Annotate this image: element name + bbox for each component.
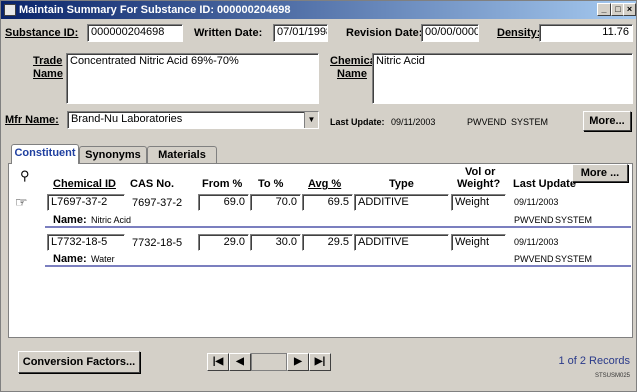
last-update-date: 09/11/2003 <box>391 117 436 127</box>
update-user: PWVEND <box>514 215 554 225</box>
chevron-down-icon[interactable]: ▼ <box>304 112 318 128</box>
type-field[interactable]: ADDITIVE <box>354 194 449 211</box>
tab-materials[interactable]: Materials <box>147 146 217 163</box>
record-count: 1 of 2 Records <box>558 355 630 367</box>
update-by: SYSTEM <box>555 215 593 225</box>
density-field[interactable]: 11.76 <box>539 24 633 42</box>
minimize-button[interactable]: _ <box>597 3 611 16</box>
to-pct-field[interactable]: 30.0 <box>250 234 301 251</box>
name-value: Nitric Acid <box>91 215 132 225</box>
tab-constituent[interactable]: Constituent <box>11 144 79 164</box>
header-vol-1: Vol or <box>465 166 496 178</box>
header-vol-2: Weight? <box>457 178 501 190</box>
app-icon <box>4 4 16 16</box>
update-user: PWVEND <box>514 254 554 264</box>
written-date-field[interactable]: 07/01/1998 <box>273 24 328 42</box>
density-label: Density: <box>497 27 541 39</box>
from-pct-field[interactable]: 29.0 <box>198 234 249 251</box>
row-divider <box>45 265 631 267</box>
chemical-name-label-2: Name <box>337 68 367 80</box>
grid-more-button[interactable]: More ... <box>572 164 628 182</box>
record-position <box>251 353 287 371</box>
substance-id-field[interactable]: 000000204698 <box>87 24 183 42</box>
mfr-name-value: Brand-Nu Laboratories <box>71 113 183 125</box>
last-update-by: SYSTEM <box>511 117 549 127</box>
chemical-id-field[interactable]: L7697-37-2 <box>47 194 125 211</box>
avg-pct-field[interactable]: 29.5 <box>302 234 353 251</box>
avg-pct-field[interactable]: 69.5 <box>302 194 353 211</box>
vol-weight-field[interactable]: Weight <box>451 234 506 251</box>
cas-no-value: 7732-18-5 <box>132 237 183 249</box>
more-button[interactable]: More... <box>583 111 631 131</box>
header-last-update: Last Update <box>513 178 576 190</box>
cas-no-value: 7697-37-2 <box>132 197 183 209</box>
header-avg-pct[interactable]: Avg % <box>308 178 341 190</box>
last-update-user: PWVEND <box>467 117 507 127</box>
last-update-label: Last Update: <box>330 117 385 127</box>
update-by: SYSTEM <box>555 254 593 264</box>
title-bar: Maintain Summary For Substance ID: 00000… <box>1 1 636 19</box>
revision-date-field[interactable]: 00/00/0000 <box>421 24 479 42</box>
trade-name-label-2: Name <box>33 68 63 80</box>
header-from-pct: From % <box>202 178 243 190</box>
header-chemical-id[interactable]: Chemical ID <box>53 178 116 190</box>
previous-record-button[interactable]: ◀ <box>229 353 251 371</box>
name-label: Name: <box>53 214 87 226</box>
revision-date-label: Revision Date: <box>346 27 423 39</box>
to-pct-field[interactable]: 70.0 <box>250 194 301 211</box>
conversion-factors-button[interactable]: Conversion Factors... <box>18 351 140 373</box>
header-cas-no: CAS No. <box>130 178 174 190</box>
update-date: 09/11/2003 <box>514 237 559 247</box>
chemical-name-field[interactable]: Nitric Acid <box>372 53 633 104</box>
written-date-label: Written Date: <box>194 27 263 39</box>
header-type: Type <box>389 178 414 190</box>
trade-name-label-1: Trade <box>33 55 63 67</box>
last-record-button[interactable]: ▶| <box>309 353 331 371</box>
constituent-panel: ⚲ Chemical ID CAS No. From % To % Avg % … <box>8 163 633 338</box>
next-record-button[interactable]: ▶ <box>287 353 309 371</box>
binoculars-icon[interactable]: ⚲ <box>20 169 38 183</box>
name-value: Water <box>91 254 115 264</box>
form-id: STSUSM025 <box>594 373 630 379</box>
trade-name-field[interactable]: Concentrated Nitric Acid 69%-70% <box>66 53 319 104</box>
first-record-button[interactable]: |◀ <box>207 353 229 371</box>
mfr-name-label: Mfr Name: <box>5 114 59 126</box>
hand-pointer-icon: ☞ <box>15 194 28 210</box>
from-pct-field[interactable]: 69.0 <box>198 194 249 211</box>
substance-id-label: Substance ID: <box>5 27 79 39</box>
close-button[interactable]: × <box>623 3 636 16</box>
app-window: Maintain Summary For Substance ID: 00000… <box>0 0 637 392</box>
update-date: 09/11/2003 <box>514 197 559 207</box>
window-title: Maintain Summary For Substance ID: 00000… <box>19 4 291 16</box>
mfr-name-select[interactable]: Brand-Nu Laboratories ▼ <box>67 111 319 129</box>
row-divider <box>45 226 631 228</box>
vol-weight-field[interactable]: Weight <box>451 194 506 211</box>
name-label: Name: <box>53 253 87 265</box>
chemical-id-field[interactable]: L7732-18-5 <box>47 234 125 251</box>
header-to-pct: To % <box>258 178 284 190</box>
tab-synonyms[interactable]: Synonyms <box>79 146 147 163</box>
type-field[interactable]: ADDITIVE <box>354 234 449 251</box>
